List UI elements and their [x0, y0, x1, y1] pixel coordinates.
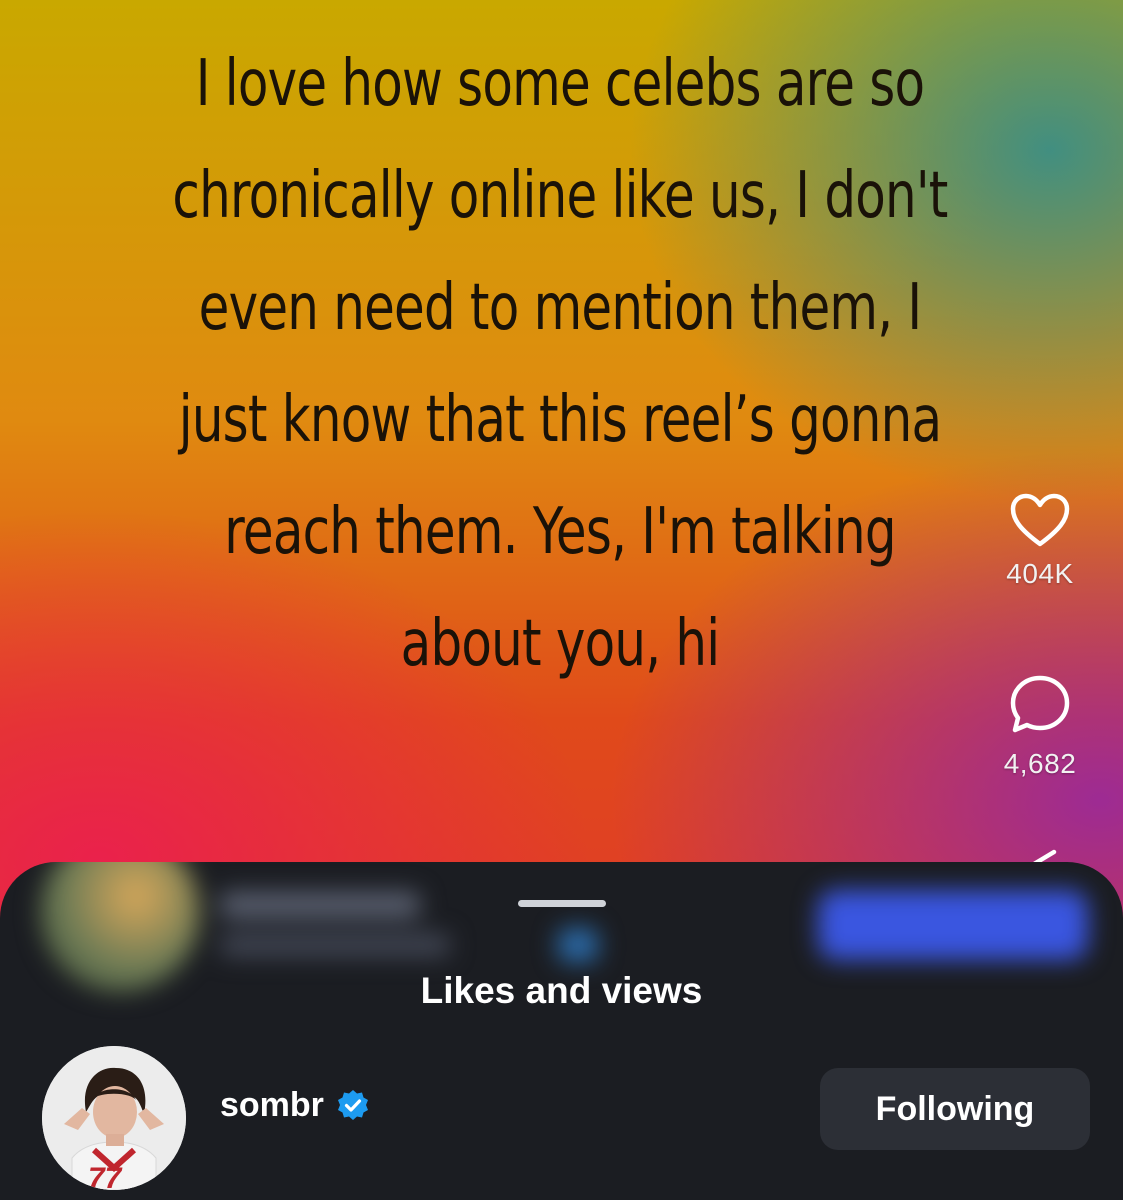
caption-line: even need to mention them, I — [198, 271, 922, 345]
caption-line: chronically online like us, I don't — [172, 159, 948, 233]
user-name-row[interactable]: sombr — [220, 1086, 370, 1125]
blurred-follow-button — [818, 890, 1088, 960]
svg-text:77: 77 — [88, 1162, 123, 1190]
caption-line: I love how some celebs are so — [195, 47, 925, 121]
caption-line: about you, hi — [400, 607, 721, 681]
blurred-badge — [558, 928, 598, 962]
username[interactable]: sombr — [220, 1086, 324, 1125]
likes-count: 404K — [1006, 558, 1074, 589]
heart-icon[interactable] — [1009, 492, 1071, 548]
blurred-username — [220, 892, 420, 918]
comment-action[interactable]: 4,682 — [985, 672, 1095, 780]
caption-line: just know that this reel’s gonna — [178, 383, 942, 457]
likes-and-views-sheet: Likes and views 77 sombr Following — [0, 862, 1123, 1200]
comment-icon[interactable] — [1007, 672, 1073, 738]
like-action[interactable]: 404K — [985, 492, 1095, 590]
verified-badge-icon — [337, 1089, 368, 1120]
sheet-drag-handle[interactable] — [518, 900, 606, 907]
blurred-subtitle — [220, 934, 450, 956]
caption-line: reach them. Yes, I'm talking — [224, 495, 896, 569]
avatar-photo: 77 — [42, 1046, 186, 1190]
sheet-title: Likes and views — [420, 970, 703, 1011]
reel-caption-text: I love how some celebs are so chronicall… — [139, 28, 981, 700]
comments-count: 4,682 — [1003, 748, 1077, 779]
avatar[interactable]: 77 — [42, 1046, 186, 1190]
following-button[interactable]: Following — [820, 1068, 1090, 1150]
